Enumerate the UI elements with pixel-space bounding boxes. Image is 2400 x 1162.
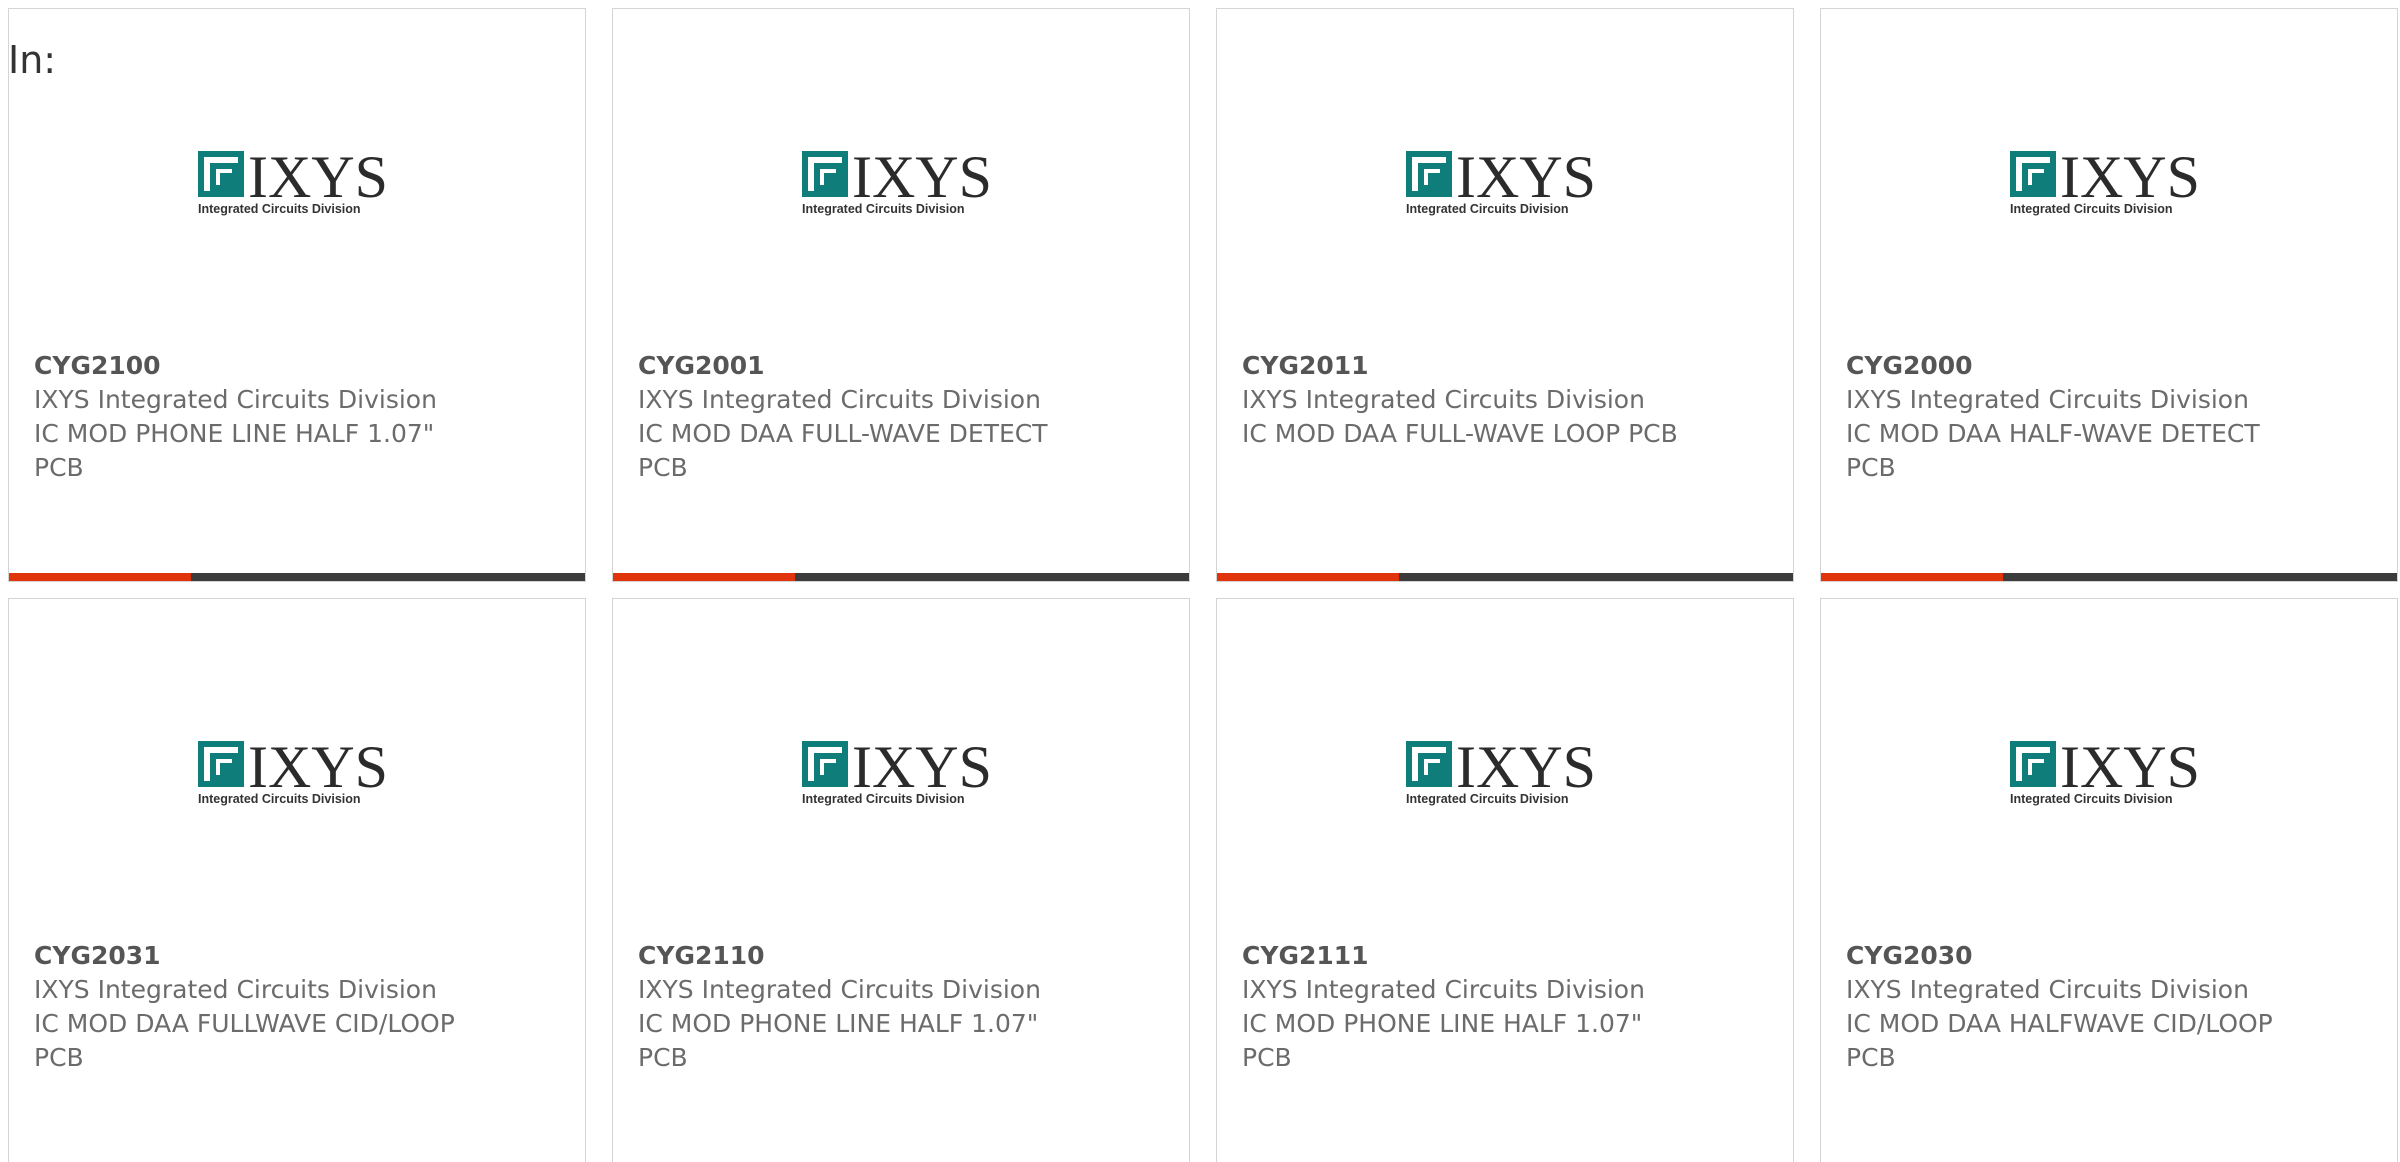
svg-text:IXYS: IXYS bbox=[248, 147, 388, 210]
svg-text:Integrated Circuits Division: Integrated Circuits Division bbox=[802, 202, 965, 216]
svg-text:IXYS: IXYS bbox=[248, 737, 388, 800]
ixys-logo: IXYS Integrated Circuits Division bbox=[802, 737, 992, 806]
part-number[interactable]: CYG2110 bbox=[638, 939, 1078, 973]
manufacturer: IXYS Integrated Circuits Division bbox=[1242, 385, 1645, 414]
manufacturer: IXYS Integrated Circuits Division bbox=[34, 975, 437, 1004]
manufacturer: IXYS Integrated Circuits Division bbox=[638, 385, 1041, 414]
description: IC MOD DAA HALFWAVE CID/LOOP PCB bbox=[1846, 1009, 2273, 1072]
svg-text:IXYS: IXYS bbox=[2060, 737, 2200, 800]
ixys-logo: IXYS Integrated Circuits Division bbox=[1406, 147, 1596, 216]
part-number[interactable]: CYG2111 bbox=[1242, 939, 1682, 973]
svg-text:IXYS: IXYS bbox=[2060, 147, 2200, 210]
description: IC MOD DAA FULL-WAVE LOOP PCB bbox=[1242, 419, 1678, 448]
product-card[interactable]: IXYS Integrated Circuits Division CYG211… bbox=[612, 598, 1190, 1162]
card-accent-bar bbox=[1821, 573, 2003, 581]
ixys-logo: IXYS Integrated Circuits Division bbox=[802, 147, 992, 216]
manufacturer: IXYS Integrated Circuits Division bbox=[1242, 975, 1645, 1004]
manufacturer: IXYS Integrated Circuits Division bbox=[638, 975, 1041, 1004]
ixys-logo: IXYS Integrated Circuits Division bbox=[2010, 147, 2200, 216]
product-card[interactable]: IXYS Integrated Circuits Division CYG211… bbox=[1216, 598, 1794, 1162]
description: IC MOD PHONE LINE HALF 1.07" PCB bbox=[34, 419, 435, 482]
card-accent-bar bbox=[9, 573, 191, 581]
product-card[interactable]: IXYS Integrated Circuits Division CYG201… bbox=[1216, 8, 1794, 582]
product-card[interactable]: IXYS Integrated Circuits Division CYG200… bbox=[1820, 8, 2398, 582]
svg-text:IXYS: IXYS bbox=[1456, 147, 1596, 210]
manufacturer: IXYS Integrated Circuits Division bbox=[34, 385, 437, 414]
part-number[interactable]: CYG2031 bbox=[34, 939, 474, 973]
description: IC MOD DAA FULLWAVE CID/LOOP PCB bbox=[34, 1009, 455, 1072]
svg-text:Integrated Circuits Division: Integrated Circuits Division bbox=[802, 792, 965, 806]
in-label: In: bbox=[8, 38, 57, 82]
product-grid: IXYS Integrated Circuits Division CYG210… bbox=[8, 8, 2398, 1162]
svg-text:Integrated Circuits Division: Integrated Circuits Division bbox=[198, 202, 361, 216]
part-number[interactable]: CYG2030 bbox=[1846, 939, 2286, 973]
description: IC MOD PHONE LINE HALF 1.07" PCB bbox=[1242, 1009, 1643, 1072]
svg-text:Integrated Circuits Division: Integrated Circuits Division bbox=[198, 792, 361, 806]
part-number[interactable]: CYG2011 bbox=[1242, 349, 1682, 383]
product-card[interactable]: IXYS Integrated Circuits Division CYG203… bbox=[8, 598, 586, 1162]
manufacturer: IXYS Integrated Circuits Division bbox=[1846, 975, 2249, 1004]
svg-text:Integrated Circuits Division: Integrated Circuits Division bbox=[2010, 792, 2173, 806]
svg-text:Integrated Circuits Division: Integrated Circuits Division bbox=[1406, 792, 1569, 806]
svg-text:Integrated Circuits Division: Integrated Circuits Division bbox=[1406, 202, 1569, 216]
card-accent-bar bbox=[1217, 573, 1399, 581]
svg-text:IXYS: IXYS bbox=[852, 147, 992, 210]
description: IC MOD DAA HALF-WAVE DETECT PCB bbox=[1846, 419, 2260, 482]
product-card[interactable]: IXYS Integrated Circuits Division CYG210… bbox=[8, 8, 586, 582]
ixys-logo: IXYS Integrated Circuits Division bbox=[1406, 737, 1596, 806]
product-grid-page: In: IXYS Integrated Circuits Division CY… bbox=[0, 0, 2400, 1162]
manufacturer: IXYS Integrated Circuits Division bbox=[1846, 385, 2249, 414]
ixys-logo: IXYS Integrated Circuits Division bbox=[2010, 737, 2200, 806]
description: IC MOD DAA FULL-WAVE DETECT PCB bbox=[638, 419, 1048, 482]
card-accent-bar bbox=[613, 573, 795, 581]
product-card[interactable]: IXYS Integrated Circuits Division CYG200… bbox=[612, 8, 1190, 582]
svg-text:Integrated Circuits Division: Integrated Circuits Division bbox=[2010, 202, 2173, 216]
svg-text:IXYS: IXYS bbox=[852, 737, 992, 800]
ixys-logo: IXYS Integrated Circuits Division bbox=[198, 737, 388, 806]
description: IC MOD PHONE LINE HALF 1.07" PCB bbox=[638, 1009, 1039, 1072]
ixys-logo: IXYS Integrated Circuits Division bbox=[198, 147, 388, 216]
product-card[interactable]: IXYS Integrated Circuits Division CYG203… bbox=[1820, 598, 2398, 1162]
svg-text:IXYS: IXYS bbox=[1456, 737, 1596, 800]
part-number[interactable]: CYG2100 bbox=[34, 349, 474, 383]
part-number[interactable]: CYG2001 bbox=[638, 349, 1078, 383]
part-number[interactable]: CYG2000 bbox=[1846, 349, 2286, 383]
